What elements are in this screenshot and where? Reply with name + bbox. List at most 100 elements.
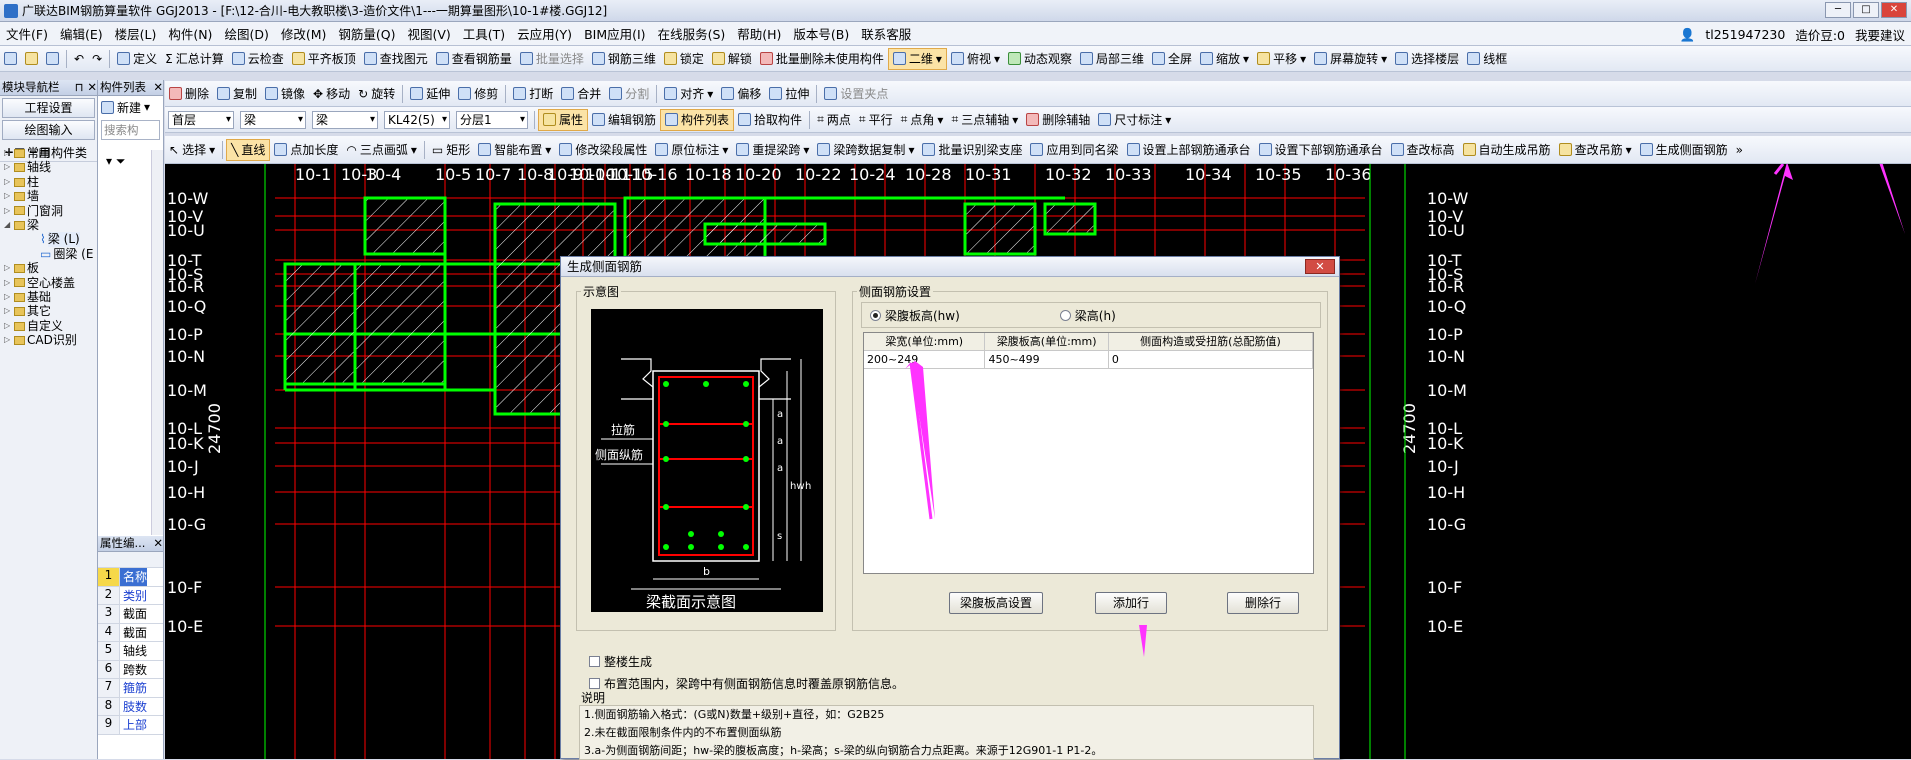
menu-online[interactable]: 在线服务(S) [652,24,732,43]
delete-axis-button[interactable]: 删除辅轴 [1022,109,1094,131]
wireframe-button[interactable]: 线框 [1463,48,1511,70]
minimize-button[interactable]: ─ [1825,2,1851,18]
drawing-input-button[interactable]: 绘图输入 [2,120,95,140]
batch-identify-support-button[interactable]: 批量识别梁支座 [918,139,1026,161]
copy-button[interactable]: 复制 [213,83,261,105]
stretch-button[interactable]: 拉伸 [765,83,813,105]
maximize-button[interactable]: □ [1853,2,1879,18]
batch-select-button[interactable]: 批量选择 [516,48,588,70]
tree-item-hollow-floor[interactable]: ▷ 空心楼盖 [0,276,164,290]
edit-rebar-button[interactable]: 编辑钢筋 [588,109,660,131]
web-height-radio[interactable]: 梁腹板高(hw) [870,307,960,324]
new-component-button[interactable]: 新建 [117,99,141,116]
floor-select[interactable]: 首层 [168,110,234,129]
tree-item-common[interactable]: ▷ 常用构件类 [0,146,164,160]
project-settings-button[interactable]: 工程设置 [2,98,95,118]
mirror-button[interactable]: 镜像 [261,83,309,105]
tree-item-beam-l[interactable]: ⌇ 梁 (L) [0,232,164,247]
menu-component[interactable]: 构件(N) [162,24,218,43]
tree-item-custom[interactable]: ▷ 自定义 [0,319,164,333]
align-slab-top-button[interactable]: 平齐板顶 [288,48,360,70]
lock-button[interactable]: 锁定 [660,48,708,70]
menu-view[interactable]: 视图(V) [401,24,456,43]
copy-span-data-button[interactable]: 梁跨数据复制 ▾ [813,139,918,161]
top-view-button[interactable]: 俯视 ▾ [947,48,1004,70]
property-row[interactable]: 6 跨数 [98,660,163,679]
properties-button[interactable]: 属性 [538,108,589,131]
orbit-button[interactable]: 动态观察 [1004,48,1076,70]
merge-button[interactable]: 合并 [557,83,605,105]
menu-bim[interactable]: BIM应用(I) [578,24,652,43]
tree-item-foundation[interactable]: ▷ 基础 [0,290,164,304]
define-button[interactable]: 定义 [113,48,161,70]
menu-draw[interactable]: 绘图(D) [218,24,274,43]
property-row[interactable]: 5 轴线 [98,642,163,661]
three-point-arc-button[interactable]: ◠ 三点画弧 ▾ [342,139,421,161]
batch-delete-unused-button[interactable]: 批量删除未使用构件 [756,48,888,70]
tree-item-cad[interactable]: ▷ CAD识别 [0,333,164,347]
apply-same-beam-button[interactable]: 应用到同名梁 [1026,139,1122,161]
reextract-span-button[interactable]: 重提梁跨 ▾ [732,139,813,161]
auto-hanger-button[interactable]: 自动生成吊筋 [1459,139,1555,161]
move-button[interactable]: ✥ 移动 [309,83,354,105]
view-rebar-button[interactable]: 查看钢筋量 [432,48,516,70]
slab-region[interactable] [363,196,447,256]
two-point-axis-button[interactable]: ⌗ 两点 [813,109,855,131]
user-name[interactable]: tl251947230 [1705,27,1785,42]
property-row[interactable]: 2 类别 [98,586,163,605]
bottom-rebar-through-cap-button[interactable]: 设置下部钢筋通承台 [1255,139,1387,161]
screen-rotate-button[interactable]: 屏幕旋转 ▾ [1310,48,1391,70]
toolbar-overflow-button[interactable]: » [1732,139,1747,161]
smart-layout-button[interactable]: 智能布置 ▾ [474,139,555,161]
zoom-button[interactable]: 缩放 ▾ [1196,48,1253,70]
tree-item-ring-beam[interactable]: ▭ 圈梁 (E [0,247,164,261]
trim-button[interactable]: 修剪 [454,83,502,105]
dimension-button[interactable]: 尺寸标注 ▾ [1094,109,1175,131]
component-list-button[interactable]: 构件列表 [660,108,735,131]
menu-version[interactable]: 版本号(B) [787,24,855,43]
dialog-close-button[interactable]: ✕ [1305,259,1335,274]
slab-region[interactable] [1043,202,1097,236]
open-file-button[interactable] [21,48,42,70]
component-select[interactable]: KL42(5) [384,110,450,129]
property-row[interactable]: 9 上部 [98,716,163,735]
slab-region[interactable] [353,262,447,386]
pin-icon[interactable]: ⊓ ✕ [75,80,97,95]
whole-building-checkbox[interactable]: 整楼生成 [589,653,652,670]
align-button[interactable]: 对齐 ▾ [660,83,717,105]
undo-button[interactable]: ↶ [70,48,88,70]
suggest-link[interactable]: 我要建议 [1855,25,1905,44]
menu-cloud[interactable]: 云应用(Y) [511,24,578,43]
select-button[interactable]: ↖ 选择 ▾ [165,139,219,161]
extend-button[interactable]: 延伸 [406,83,454,105]
property-row[interactable]: 8 肢数 [98,697,163,716]
menu-contact[interactable]: 联系客服 [855,24,917,43]
local-3d-button[interactable]: 局部三维 [1076,48,1148,70]
2d-view-button[interactable]: 二维 ▾ [887,47,947,70]
add-row-button[interactable]: 添加行 [1095,592,1167,614]
new-file-button[interactable] [0,48,21,70]
point-angle-button[interactable]: ⌗ 点角 ▾ [897,109,948,131]
three-point-axis-button[interactable]: ⌗ 三点辅轴 ▾ [947,109,1022,131]
menu-floor[interactable]: 楼层(L) [109,24,163,43]
split-button[interactable]: 分割 [605,83,653,105]
summary-calc-button[interactable]: Σ 汇总计算 [161,48,228,70]
slab-region[interactable] [963,202,1037,256]
select-floor-button[interactable]: 选择楼层 [1391,48,1463,70]
slab-region[interactable] [703,222,827,246]
tree-item-column[interactable]: ▷ 柱 [0,175,164,189]
tree-item-beam[interactable]: ◢ 梁 [0,218,164,232]
beam-width-cell[interactable]: 200~249 [864,351,986,368]
pan-button[interactable]: 平移 ▾ [1253,48,1310,70]
layer-select[interactable]: 分层1 [456,110,528,129]
tree-item-wall[interactable]: ▷ 墙 [0,189,164,203]
tree-item-opening[interactable]: ▷ 门窗洞 [0,204,164,218]
fullscreen-button[interactable]: 全屏 [1148,48,1196,70]
tree-item-axis[interactable]: ▷ 轴线 [0,160,164,174]
unlock-button[interactable]: 解锁 [708,48,756,70]
rotate-button[interactable]: ↻ 旋转 [354,83,399,105]
save-file-button[interactable] [42,48,63,70]
web-height-settings-button[interactable]: 梁腹板高设置 [949,592,1043,614]
property-row[interactable]: 3 截面 [98,605,163,624]
menu-tools[interactable]: 工具(T) [457,24,511,43]
